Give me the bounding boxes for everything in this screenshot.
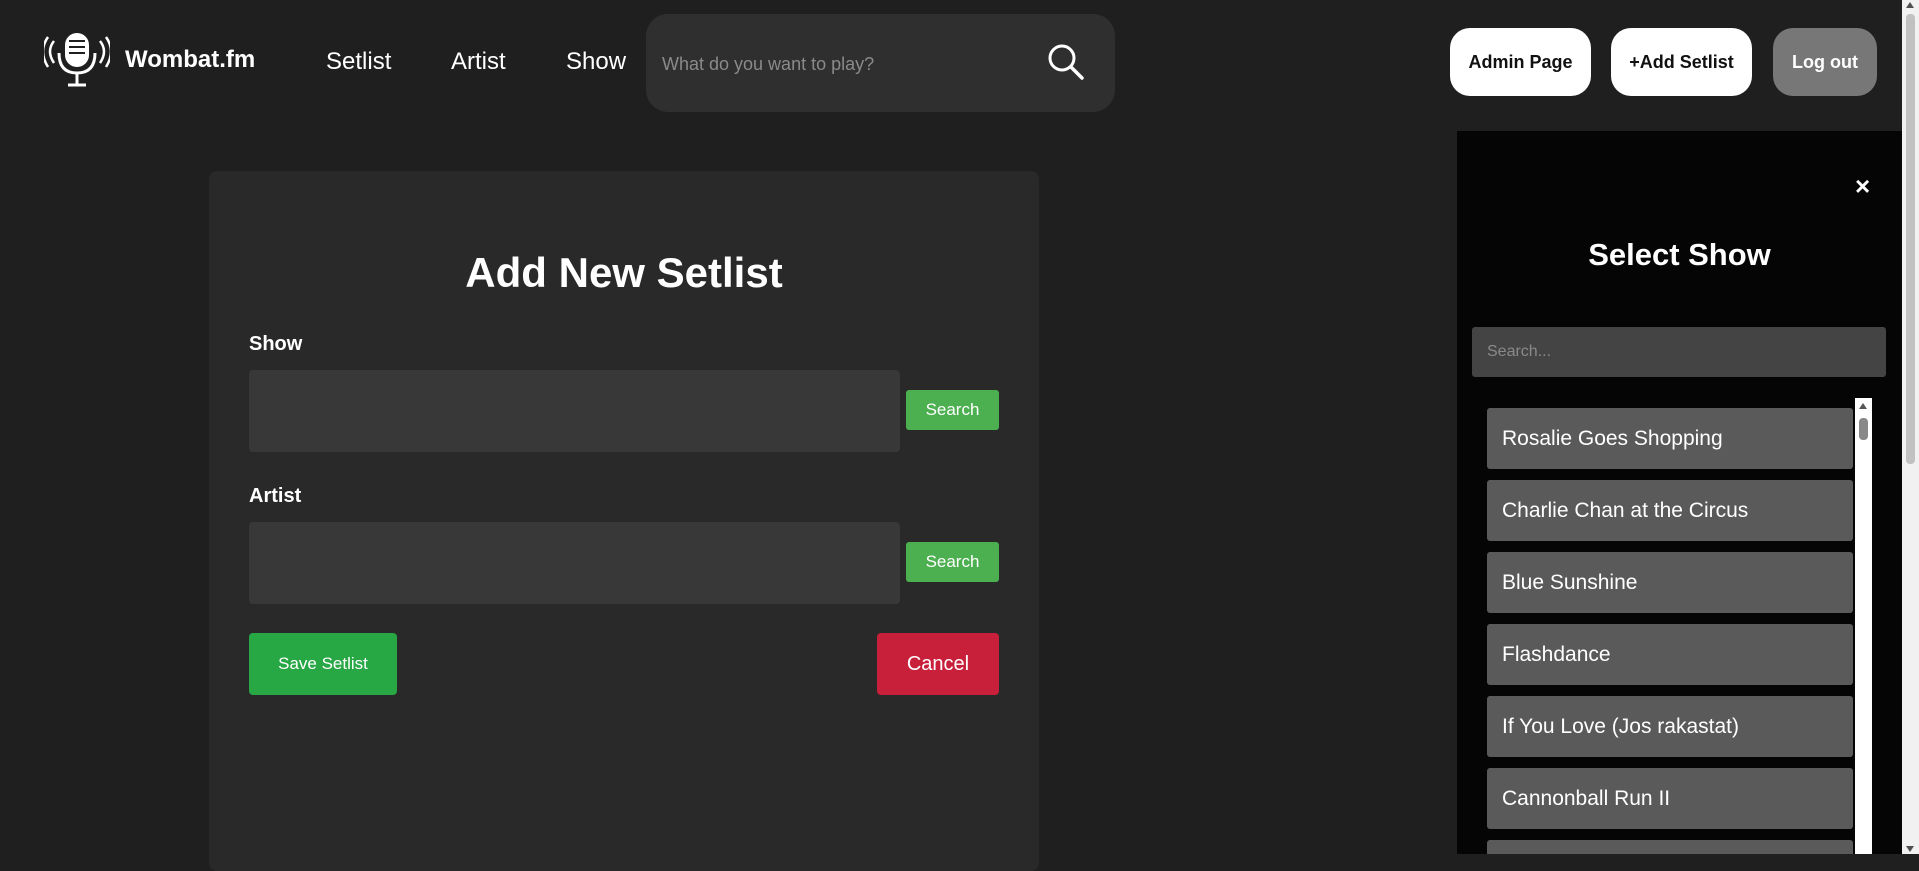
show-list-item[interactable]: Cannonball Run II: [1487, 768, 1853, 829]
show-field[interactable]: [249, 370, 900, 452]
nav-setlist[interactable]: Setlist: [326, 48, 391, 76]
save-setlist-button[interactable]: Save Setlist: [249, 633, 397, 695]
nav-show[interactable]: Show: [566, 48, 626, 76]
add-setlist-form: Add New Setlist Show Search Artist Searc…: [209, 171, 1039, 871]
show-list-scrollbar[interactable]: [1855, 398, 1872, 854]
scroll-down-arrow-icon[interactable]: [1906, 846, 1914, 852]
show-search-button[interactable]: Search: [906, 390, 999, 430]
scrollbar-thumb[interactable]: [1906, 14, 1915, 464]
show-list-item[interactable]: If You Love (Jos rakastat): [1487, 696, 1853, 757]
nav-artist[interactable]: Artist: [451, 48, 506, 76]
microphone-logo-icon[interactable]: [41, 31, 113, 89]
page-scrollbar[interactable]: [1902, 0, 1919, 854]
show-list-item[interactable]: Rosalie Goes Shopping: [1487, 408, 1853, 469]
add-setlist-button[interactable]: +Add Setlist: [1611, 28, 1752, 96]
search-icon[interactable]: [1046, 42, 1086, 82]
artist-field[interactable]: [249, 522, 900, 604]
show-list-item[interactable]: Flashdance: [1487, 624, 1853, 685]
show-list-item[interactable]: Blue Sunshine: [1487, 552, 1853, 613]
cancel-button[interactable]: Cancel: [877, 633, 999, 695]
admin-page-button[interactable]: Admin Page: [1450, 28, 1591, 96]
scrollbar-thumb[interactable]: [1859, 418, 1868, 440]
close-icon[interactable]: ×: [1855, 171, 1870, 202]
brand-name[interactable]: Wombat.fm: [125, 46, 255, 74]
show-list-item-partial[interactable]: [1487, 840, 1853, 854]
show-label: Show: [249, 333, 303, 355]
artist-label: Artist: [249, 485, 302, 507]
logout-button[interactable]: Log out: [1773, 28, 1877, 96]
panel-title: Select Show: [1588, 237, 1771, 272]
global-search-input[interactable]: [660, 48, 1024, 80]
select-show-panel: × Select Show Rosalie Goes Shopping Char…: [1457, 131, 1902, 854]
scroll-up-arrow-icon[interactable]: [1906, 2, 1914, 8]
show-list-item[interactable]: Charlie Chan at the Circus: [1487, 480, 1853, 541]
global-search-bar: [646, 14, 1115, 112]
show-search-input[interactable]: [1472, 327, 1886, 377]
artist-search-button[interactable]: Search: [906, 542, 999, 582]
scroll-up-arrow-icon[interactable]: [1859, 403, 1867, 409]
show-list: Rosalie Goes Shopping Charlie Chan at th…: [1487, 408, 1853, 854]
form-title: Add New Setlist: [465, 249, 783, 296]
